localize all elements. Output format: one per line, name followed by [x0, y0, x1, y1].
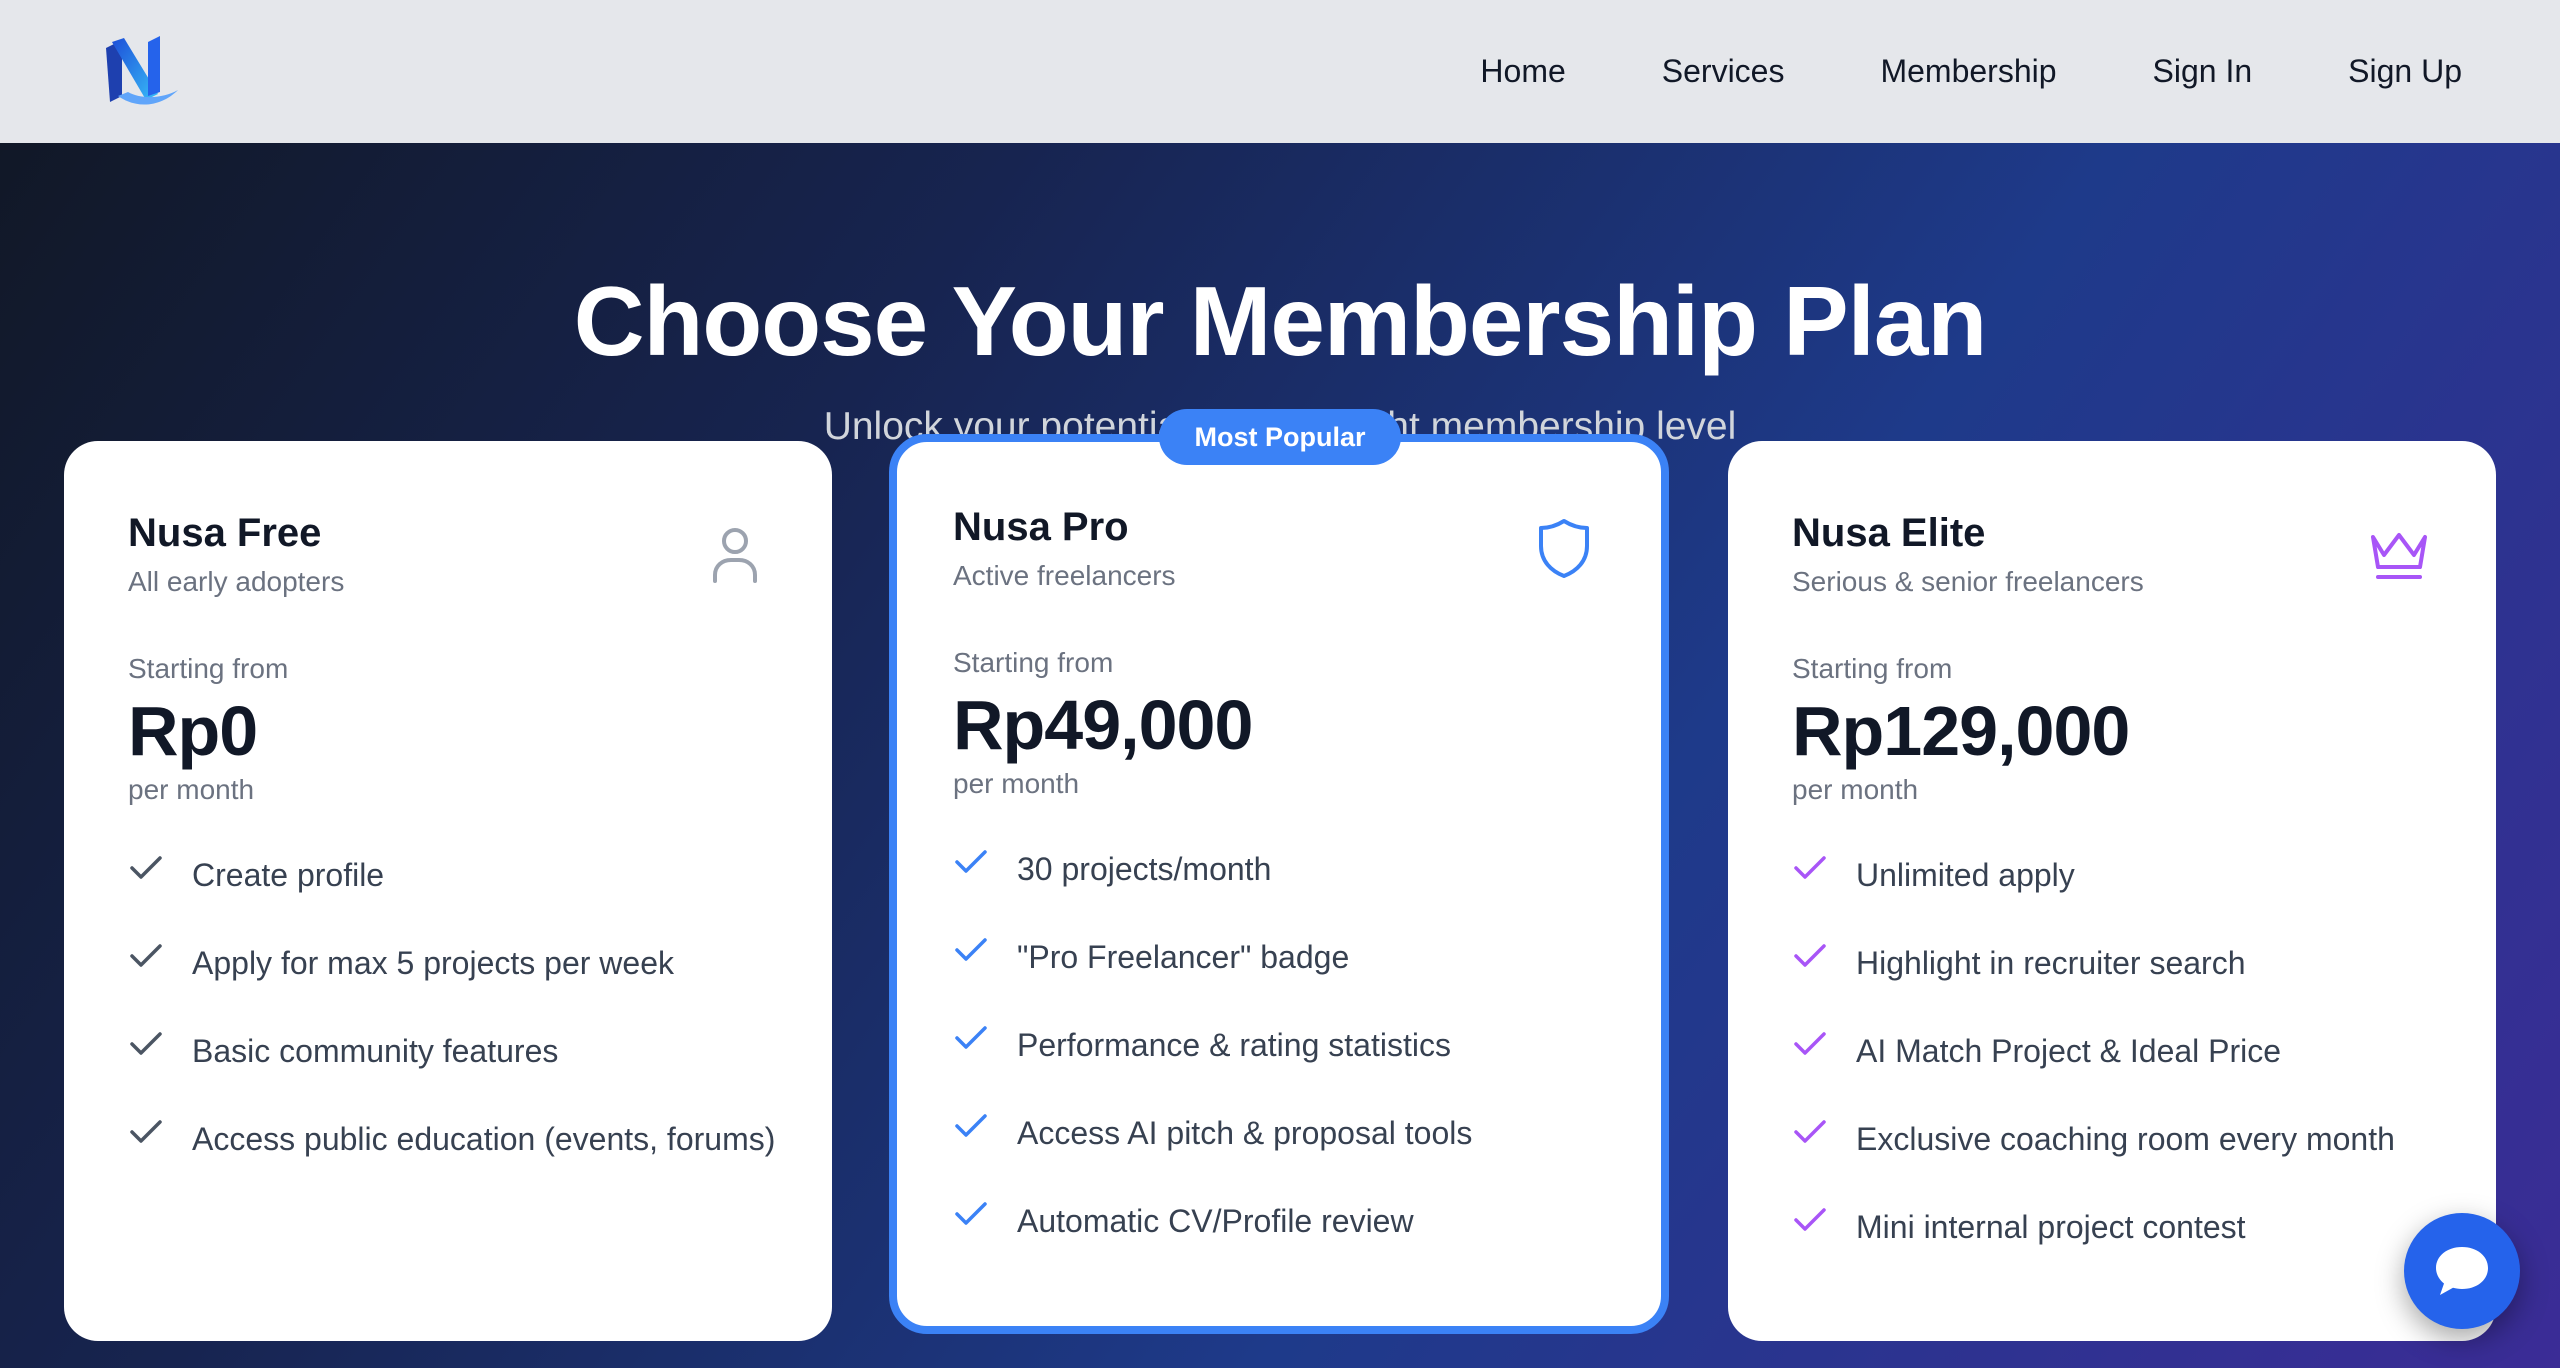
- chat-bubble-icon: [2436, 1247, 2488, 1295]
- plan-card-free: Nusa Free All early adopters Starting fr…: [64, 441, 832, 1341]
- feature-text: Mini internal project contest: [1856, 1209, 2246, 1245]
- nav-sign-up[interactable]: Sign Up: [2348, 53, 2462, 90]
- price-period: per month: [128, 774, 255, 805]
- check-icon: [1794, 944, 1826, 967]
- plan-tagline: Active freelancers: [953, 560, 1176, 591]
- top-navbar: Home Services Membership Sign In Sign Up: [0, 0, 2560, 143]
- page-title: Choose Your Membership Plan: [573, 266, 1987, 376]
- plan-name: Nusa Elite: [1792, 511, 1986, 555]
- feature-text: Create profile: [192, 857, 385, 893]
- main-nav: Home Services Membership Sign In Sign Up: [1480, 0, 2462, 143]
- check-icon: [1794, 1120, 1826, 1143]
- check-icon: [955, 938, 987, 961]
- nav-sign-in[interactable]: Sign In: [2153, 53, 2253, 90]
- price-period: per month: [953, 768, 1080, 799]
- feature-item: Exclusive coaching room every month: [1792, 1115, 2452, 1163]
- check-icon: [955, 1202, 987, 1225]
- feature-text: Unlimited apply: [1856, 857, 2075, 893]
- feature-item: Basic community features: [128, 1027, 788, 1075]
- feature-text: Automatic CV/Profile review: [1017, 1203, 1414, 1239]
- feature-item: 30 projects/month: [953, 845, 1613, 893]
- user-icon: [702, 521, 768, 587]
- plan-name: Nusa Free: [128, 511, 322, 555]
- plan-price: Rp129,000: [1792, 692, 2130, 770]
- feature-text: Basic community features: [192, 1033, 559, 1069]
- feature-text: Access AI pitch & proposal tools: [1017, 1115, 1473, 1151]
- feature-text: Apply for max 5 projects per week: [192, 945, 674, 981]
- brand-logo[interactable]: [98, 34, 182, 110]
- check-icon: [955, 1026, 987, 1049]
- plan-card-pro: Nusa Pro Active freelancers Starting fro…: [889, 434, 1669, 1334]
- starting-label: Starting from: [953, 647, 1114, 678]
- check-icon: [130, 856, 162, 879]
- check-icon: [1794, 856, 1826, 879]
- starting-label: Starting from: [128, 653, 289, 684]
- feature-text: 30 projects/month: [1017, 851, 1272, 887]
- feature-list: Unlimited apply Highlight in recruiter s…: [1792, 851, 2452, 1291]
- nav-services[interactable]: Services: [1662, 53, 1785, 90]
- shield-icon: [1531, 515, 1597, 581]
- feature-item: Access public education (events, forums): [128, 1115, 788, 1163]
- feature-item: Highlight in recruiter search: [1792, 939, 2452, 987]
- plan-name: Nusa Pro: [953, 505, 1129, 549]
- check-icon: [130, 1032, 162, 1055]
- feature-item: Mini internal project contest: [1792, 1203, 2452, 1251]
- feature-item: Create profile: [128, 851, 788, 899]
- price-period: per month: [1792, 774, 1919, 805]
- feature-item: Access AI pitch & proposal tools: [953, 1109, 1613, 1157]
- plan-card-elite: Nusa Elite Serious & senior freelancers …: [1728, 441, 2496, 1341]
- feature-list: Create profile Apply for max 5 projects …: [128, 851, 788, 1203]
- starting-label: Starting from: [1792, 653, 1953, 684]
- check-icon: [955, 850, 987, 873]
- plan-price: Rp0: [128, 692, 258, 770]
- feature-item: AI Match Project & Ideal Price: [1792, 1027, 2452, 1075]
- check-icon: [1794, 1208, 1826, 1231]
- crown-icon: [2366, 521, 2432, 587]
- most-popular-badge: Most Popular: [1159, 409, 1401, 465]
- nav-membership[interactable]: Membership: [1880, 53, 2056, 90]
- feature-item: Apply for max 5 projects per week: [128, 939, 788, 987]
- chat-button[interactable]: [2404, 1213, 2520, 1329]
- check-icon: [130, 1120, 162, 1143]
- feature-text: Performance & rating statistics: [1017, 1027, 1451, 1063]
- feature-text: "Pro Freelancer" badge: [1017, 939, 1350, 975]
- plan-tagline: Serious & senior freelancers: [1792, 566, 2144, 597]
- check-icon: [955, 1114, 987, 1137]
- feature-text: Highlight in recruiter search: [1856, 945, 2246, 981]
- plan-tagline: All early adopters: [128, 566, 345, 597]
- feature-item: Unlimited apply: [1792, 851, 2452, 899]
- feature-item: Automatic CV/Profile review: [953, 1197, 1613, 1245]
- feature-list: 30 projects/month "Pro Freelancer" badge…: [953, 845, 1613, 1285]
- feature-item: Performance & rating statistics: [953, 1021, 1613, 1069]
- feature-text: AI Match Project & Ideal Price: [1856, 1033, 2282, 1069]
- nav-home[interactable]: Home: [1480, 53, 1565, 90]
- feature-text: Exclusive coaching room every month: [1856, 1121, 2395, 1157]
- check-icon: [1794, 1032, 1826, 1055]
- check-icon: [130, 944, 162, 967]
- feature-text: Access public education (events, forums): [192, 1121, 776, 1157]
- plan-price: Rp49,000: [953, 686, 1253, 764]
- feature-item: "Pro Freelancer" badge: [953, 933, 1613, 981]
